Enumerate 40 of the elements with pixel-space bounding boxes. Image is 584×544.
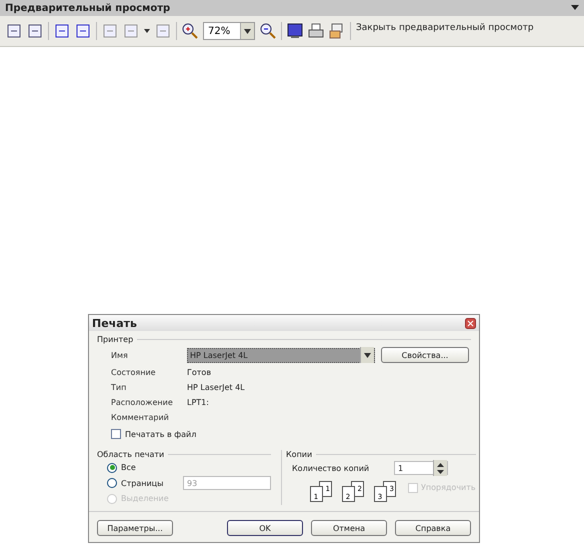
radio-button[interactable]: [107, 478, 117, 488]
caret-icon[interactable]: [364, 352, 371, 358]
field-label: Количество копий: [292, 464, 370, 472]
printer-icon[interactable]: [308, 23, 324, 39]
field-label: Тип: [111, 383, 128, 392]
section-label: Принтер: [97, 335, 134, 344]
section-label: Область печати: [97, 450, 164, 459]
options-button[interactable]: Параметры...: [97, 520, 173, 536]
field-value: LPT1:: [187, 398, 209, 407]
copies-spinner[interactable]: 1: [394, 461, 448, 475]
cancel-button[interactable]: Отмена: [311, 520, 387, 536]
field-label: Имя: [111, 350, 129, 360]
properties-button[interactable]: Свойства...: [381, 347, 469, 363]
radio-button[interactable]: [107, 462, 117, 472]
dialog-title: Печать: [92, 316, 137, 330]
zoom-field[interactable]: 72%: [203, 22, 255, 40]
help-button[interactable]: Справка: [395, 520, 471, 536]
field-label: Расположение: [111, 398, 174, 407]
print-options-icon[interactable]: [329, 23, 345, 39]
checkbox[interactable]: [111, 429, 121, 439]
field-value: Готов: [187, 368, 212, 377]
caret-icon[interactable]: [144, 29, 150, 33]
spinner-arrows-icon[interactable]: [437, 462, 444, 474]
dropdown-arrow-icon[interactable]: [571, 5, 579, 11]
caret-icon[interactable]: [244, 28, 251, 34]
field-value: HP LaserJet 4L: [187, 383, 245, 392]
section-label: Копии: [286, 450, 312, 459]
field-label: Состояние: [111, 368, 157, 377]
radio-label: Все: [121, 463, 137, 472]
toolbar-title: Предварительный просмотр: [5, 2, 170, 14]
zoom-in-icon[interactable]: [182, 23, 198, 39]
field-label: Комментарий: [111, 413, 170, 422]
radio-label: Страницы: [121, 478, 164, 488]
checkbox-label: Печатать в файл: [125, 430, 196, 438]
close-icon[interactable]: [465, 318, 476, 328]
close-preview-button[interactable]: Закрыть предварительный просмотр: [356, 23, 534, 39]
monitor-icon[interactable]: [287, 23, 303, 39]
printer-select[interactable]: HP LaserJet 4L: [187, 348, 375, 362]
zoom-out-icon[interactable]: [260, 23, 276, 39]
ok-button[interactable]: OK: [227, 520, 303, 536]
